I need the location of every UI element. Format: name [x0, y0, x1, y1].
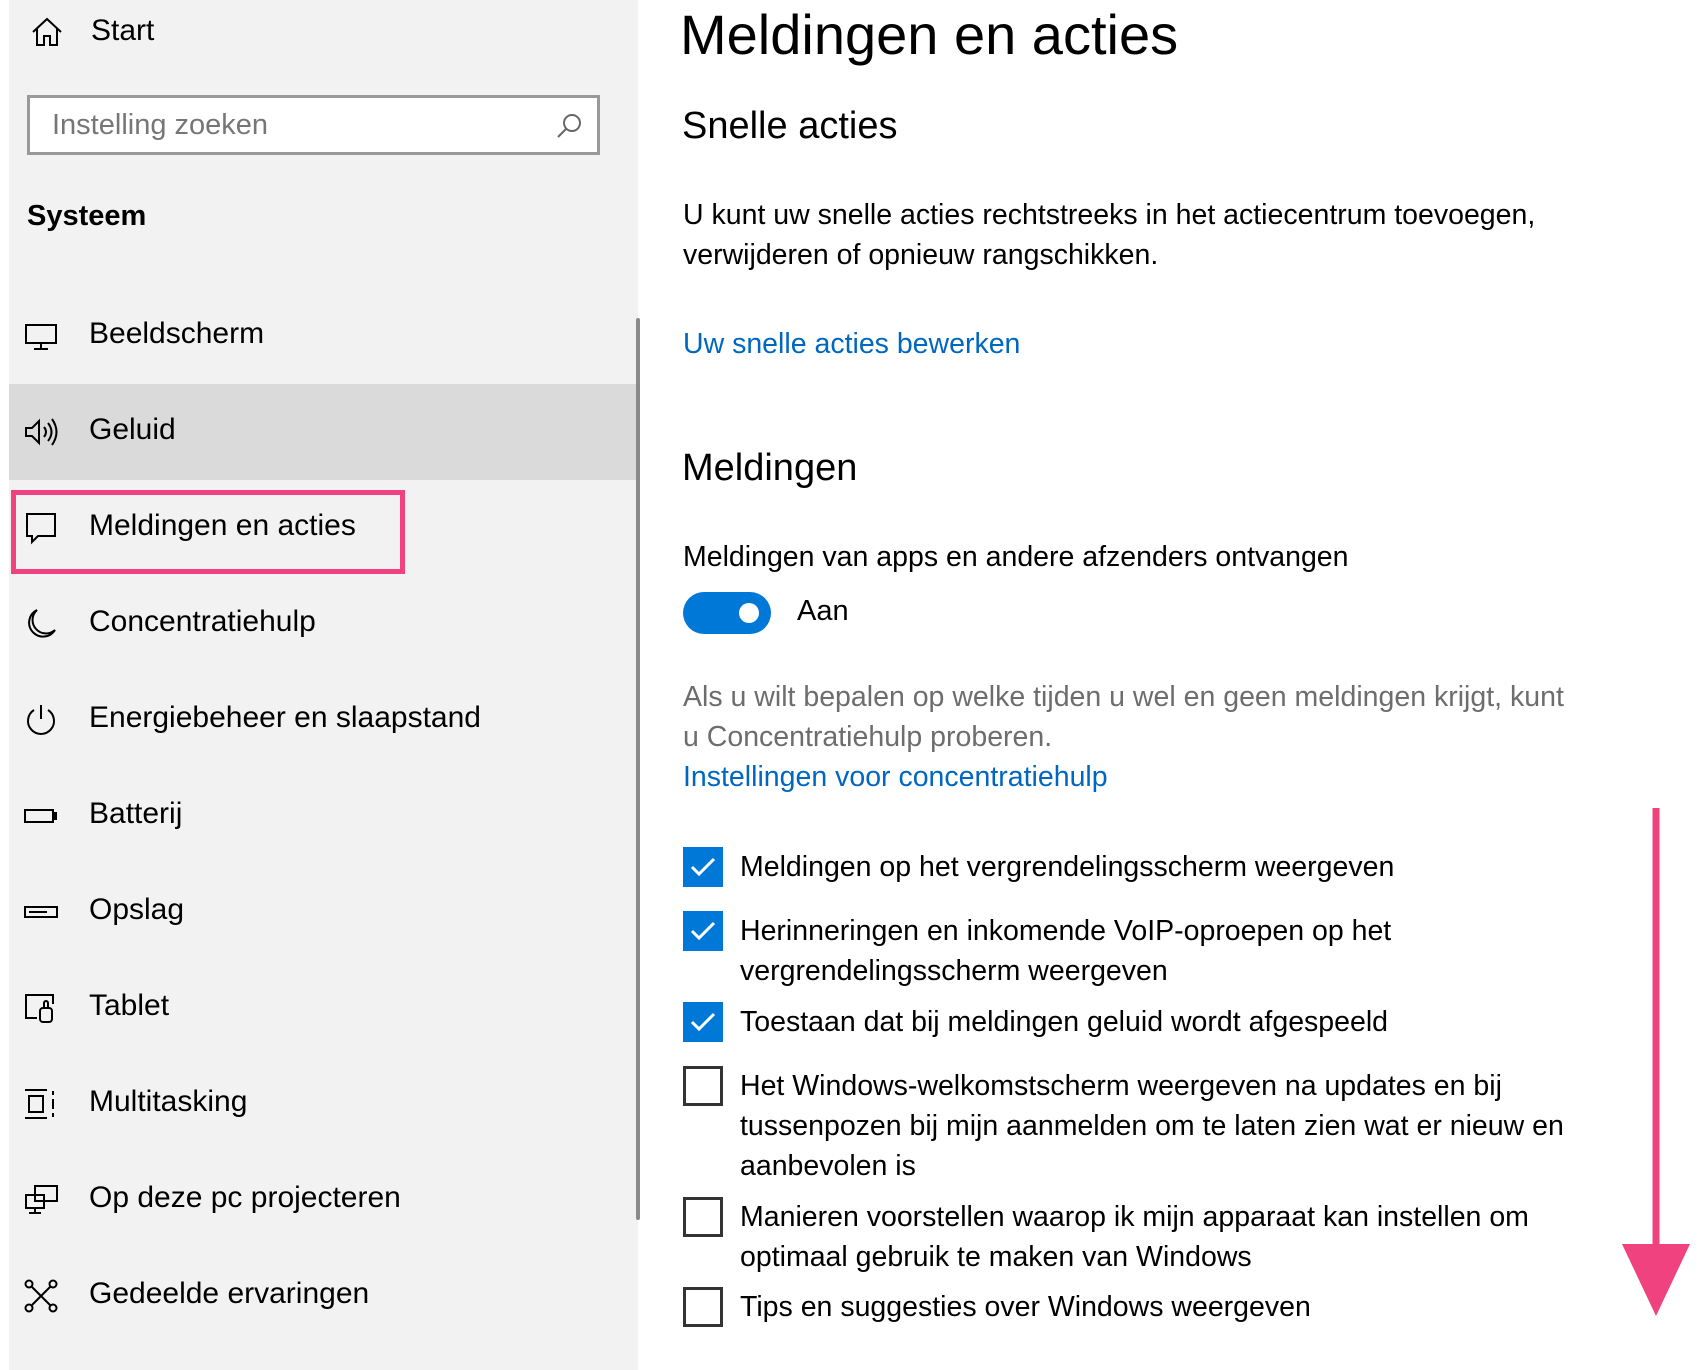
- search-icon[interactable]: [555, 112, 583, 140]
- checkbox-welcome-experience[interactable]: [683, 1066, 723, 1106]
- toggle-knob: [739, 603, 759, 623]
- checkmark-icon: [690, 1012, 716, 1032]
- group-title: Systeem: [27, 200, 147, 232]
- sidebar-item-meldingen-en-acties[interactable]: Meldingen en acties: [9, 480, 638, 576]
- nav-home-label: Start: [91, 14, 155, 47]
- sidebar-item-label: Geluid: [89, 413, 176, 446]
- sidebar-item-tablet[interactable]: Tablet: [9, 960, 638, 1056]
- power-icon: [27, 705, 55, 735]
- sidebar-item-label: Batterij: [89, 797, 183, 830]
- checkbox-label[interactable]: Meldingen op het vergrendelingsscherm we…: [740, 847, 1600, 887]
- home-icon: [32, 17, 62, 46]
- quick-actions-description: U kunt uw snelle acties rechtstreeks in …: [683, 199, 1536, 271]
- checkbox-reminders-voip[interactable]: [683, 911, 723, 951]
- focus-assist-text: Als u wilt bepalen op welke tijden u wel…: [683, 681, 1564, 753]
- sidebar-item-opslag[interactable]: Opslag: [9, 864, 638, 960]
- page-title: Meldingen en acties: [680, 3, 1179, 66]
- monitor-icon: [25, 324, 57, 350]
- checkmark-icon: [690, 921, 716, 941]
- sidebar-item-label: Beeldscherm: [89, 317, 265, 350]
- notifications-heading: Meldingen: [682, 447, 858, 489]
- sidebar-item-projecteren[interactable]: Op deze pc projecteren: [9, 1152, 638, 1248]
- sidebar-item-label: Concentratiehulp: [89, 605, 316, 638]
- nav-home[interactable]: Start: [9, 0, 638, 64]
- checkbox-notification-sounds[interactable]: [683, 1002, 723, 1042]
- storage-icon: [24, 906, 58, 918]
- sidebar-item-concentratiehulp[interactable]: Concentratiehulp: [9, 576, 638, 672]
- speaker-icon: [25, 418, 58, 446]
- checkbox-suggest-setup[interactable]: [683, 1197, 723, 1237]
- checkbox-label[interactable]: Herinneringen en inkomende VoIP-oproepen…: [740, 911, 1500, 991]
- annotation-arrow-down-icon: [1622, 808, 1690, 1316]
- battery-icon: [24, 809, 57, 823]
- search-input[interactable]: [30, 98, 597, 152]
- sidebar-item-geluid[interactable]: Geluid: [9, 384, 638, 480]
- sidebar-item-label: Op deze pc projecteren: [89, 1181, 401, 1214]
- sidebar-scrollbar[interactable]: [636, 318, 640, 1220]
- edit-quick-actions-link[interactable]: Uw snelle acties bewerken: [683, 324, 1020, 364]
- sidebar-item-gedeelde-ervaringen[interactable]: Gedeelde ervaringen: [9, 1248, 638, 1344]
- sidebar-item-label: Meldingen en acties: [89, 509, 356, 542]
- checkbox-lock-screen-notifications[interactable]: [683, 847, 723, 887]
- sidebar-item-beeldscherm[interactable]: Beeldscherm: [9, 288, 638, 384]
- shared-experiences-icon: [24, 1279, 58, 1313]
- sidebar-item-batterij[interactable]: Batterij: [9, 768, 638, 864]
- checkbox-tips-suggestions[interactable]: [683, 1287, 723, 1327]
- notifications-toggle-label: Meldingen van apps en andere afzenders o…: [683, 541, 1349, 573]
- sidebar-item-label: Tablet: [89, 989, 170, 1022]
- sidebar-item-label: Multitasking: [89, 1085, 248, 1118]
- sidebar: Start Systeem Beeldscherm Geluid Melding…: [9, 0, 640, 1370]
- search-box[interactable]: [27, 95, 600, 155]
- sidebar-item-multitasking[interactable]: Multitasking: [9, 1056, 638, 1152]
- project-icon: [25, 1185, 58, 1214]
- focus-assist-settings-link[interactable]: Instellingen voor concentratiehulp: [683, 757, 1108, 797]
- checkmark-icon: [690, 857, 716, 877]
- sidebar-item-label: Opslag: [89, 893, 185, 926]
- tablet-icon: [25, 994, 54, 1023]
- sidebar-item-label: Energiebeheer en slaapstand: [89, 701, 481, 734]
- moon-icon: [28, 609, 56, 638]
- notification-icon: [26, 513, 56, 545]
- sidebar-item-label: Gedeelde ervaringen: [89, 1277, 370, 1310]
- notifications-toggle[interactable]: [683, 592, 771, 634]
- toggle-state-label: Aan: [797, 595, 849, 627]
- quick-actions-heading: Snelle acties: [682, 105, 898, 147]
- checkbox-label[interactable]: Het Windows-welkomstscherm weergeven na …: [740, 1066, 1590, 1186]
- checkbox-label[interactable]: Tips en suggesties over Windows weergeve…: [740, 1287, 1600, 1327]
- sidebar-item-energiebeheer[interactable]: Energiebeheer en slaapstand: [9, 672, 638, 768]
- checkbox-label[interactable]: Manieren voorstellen waarop ik mijn appa…: [740, 1197, 1600, 1277]
- multitasking-icon: [25, 1089, 54, 1119]
- checkbox-label[interactable]: Toestaan dat bij meldingen geluid wordt …: [740, 1002, 1600, 1042]
- main-content: Meldingen en acties Snelle acties U kunt…: [680, 0, 1680, 1370]
